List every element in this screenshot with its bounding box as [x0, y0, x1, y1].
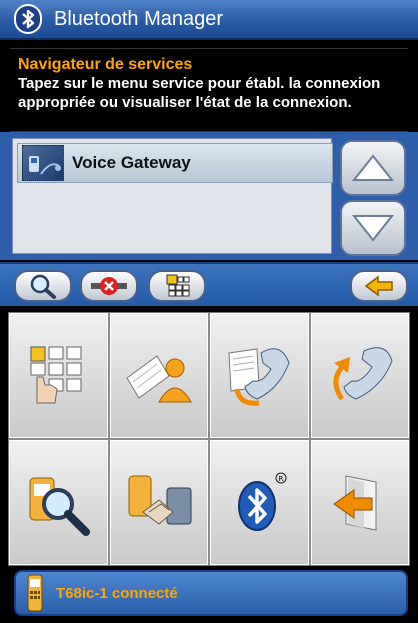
redial-button[interactable] — [310, 313, 409, 438]
triangle-down-icon — [351, 215, 395, 242]
phone-headset-icon — [22, 145, 64, 181]
contacts-icon — [126, 354, 192, 402]
scroll-down-button[interactable] — [340, 200, 406, 256]
connection-status-bar: T68ic-1 connecté — [14, 570, 408, 616]
bluetooth-settings-button[interactable]: R — [210, 440, 309, 565]
search-button[interactable] — [14, 270, 72, 302]
keypad-icon — [30, 346, 82, 403]
services-list[interactable]: Voice Gateway — [12, 138, 333, 254]
call-log-button[interactable] — [210, 313, 309, 438]
menu-grid-icon — [166, 274, 190, 297]
svg-text:R: R — [279, 475, 284, 483]
bluetooth-settings-icon: R — [238, 472, 287, 531]
triangle-up-icon — [351, 154, 395, 181]
toolbar — [0, 262, 418, 306]
window-title: Bluetooth Manager — [54, 7, 224, 30]
device-search-icon — [29, 477, 91, 536]
menu-button[interactable] — [148, 270, 206, 302]
services-area: Voice Gateway — [0, 132, 418, 260]
pairing-icon — [128, 475, 192, 525]
service-label: Voice Gateway — [72, 153, 191, 172]
function-grid: R — [8, 312, 410, 566]
title-bar: Bluetooth Manager — [0, 0, 418, 40]
device-search-button[interactable] — [9, 440, 108, 565]
info-panel: Navigateur de services Tapez sur le menu… — [10, 48, 408, 132]
scroll-up-button[interactable] — [340, 140, 406, 196]
redial-icon — [333, 346, 393, 400]
disconnect-button[interactable] — [80, 270, 138, 302]
info-description: Tapez sur le menu service pour établ. la… — [18, 75, 381, 111]
pairing-button[interactable] — [109, 440, 208, 565]
bluetooth-icon — [14, 4, 42, 34]
info-title: Navigateur de services — [18, 56, 193, 73]
magnifier-icon — [30, 274, 56, 299]
exit-icon — [332, 474, 377, 531]
back-arrow-icon — [364, 275, 393, 297]
exit-button[interactable] — [310, 440, 409, 565]
connection-status-text: T68ic-1 connecté — [56, 584, 178, 602]
contacts-button[interactable] — [109, 313, 208, 438]
call-log-icon — [228, 347, 290, 406]
service-item-voice-gateway[interactable]: Voice Gateway — [17, 143, 333, 183]
keypad-button[interactable] — [9, 313, 108, 438]
back-button[interactable] — [350, 270, 408, 302]
disconnect-icon — [91, 277, 127, 295]
phone-icon — [27, 574, 43, 612]
